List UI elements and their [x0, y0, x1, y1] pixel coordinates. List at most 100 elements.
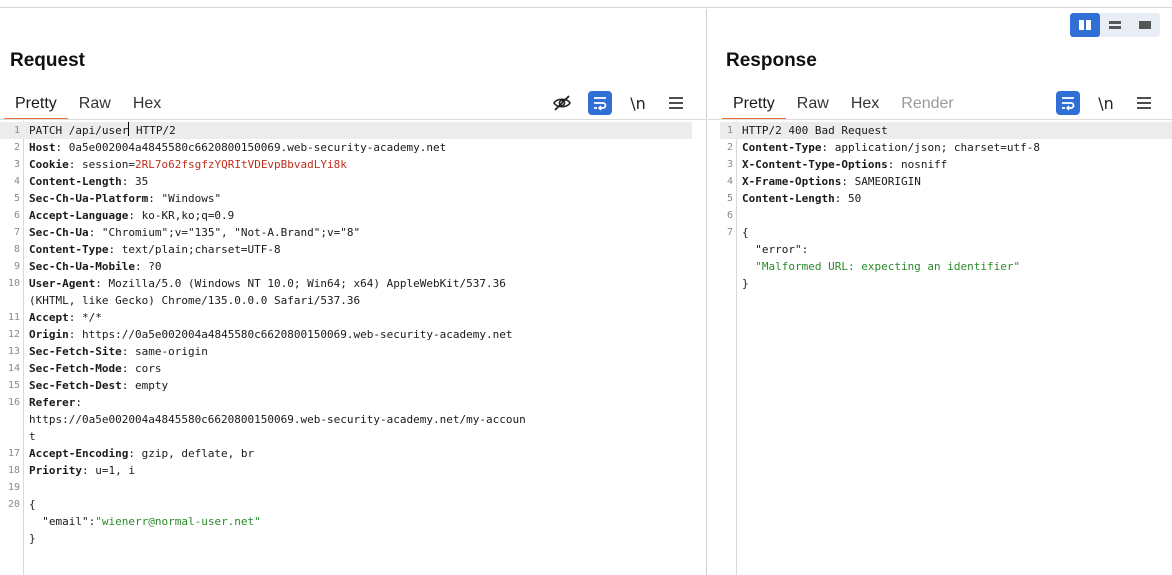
request-line: 12 Origin: https://0a5e002004a4845580c662… [0, 326, 692, 343]
line-text: Content-Type: text/plain;charset=UTF-8 [29, 243, 281, 256]
request-line: 7 Sec-Ch-Ua: "Chromium";v="135", "Not-A.B… [0, 224, 692, 241]
line-text: Content-Length: 35 [29, 175, 149, 188]
response-line: 6 [720, 207, 1172, 224]
request-line: 9 Sec-Ch-Ua-Mobile: ?0 [0, 258, 692, 275]
line-text: "error": [742, 243, 809, 256]
line-text: Cookie: session=2RL7o62fsgfzYQRItVDEvpBb… [29, 158, 347, 171]
line-text: Sec-Fetch-Dest: empty [29, 379, 169, 392]
request-line: 4 Content-Length: 35 [0, 173, 692, 190]
line-text: } [29, 532, 36, 545]
request-tab-pretty[interactable]: Pretty [4, 87, 68, 120]
response-tab-raw[interactable]: Raw [786, 87, 840, 120]
response-line: 3 X-Content-Type-Options: nosniff [720, 156, 1172, 173]
eye-off-icon[interactable] [550, 91, 574, 115]
line-number [720, 241, 737, 258]
line-number [0, 428, 24, 445]
request-tab-raw[interactable]: Raw [68, 87, 122, 120]
line-number: 19 [7, 482, 20, 493]
line-number: 7 [13, 227, 20, 238]
line-number: 13 [7, 346, 20, 357]
response-line: 2 Content-Type: application/json; charset… [720, 139, 1172, 156]
line-text: Content-Type: application/json; charset=… [742, 141, 1041, 154]
line-number: 5 [13, 193, 20, 204]
line-number: 14 [7, 363, 20, 374]
request-line: 16 Referer: [0, 394, 692, 411]
request-line: https://0a5e002004a4845580c6620800150069… [0, 411, 692, 428]
newline-toggle[interactable]: \n [626, 91, 650, 115]
line-number: 1 [13, 125, 20, 136]
line-number: 2 [726, 142, 733, 153]
line-number: 18 [7, 465, 20, 476]
request-line: t [0, 428, 692, 445]
top-divider [0, 0, 1172, 8]
split-vertical-icon[interactable] [1070, 13, 1100, 37]
line-text: X-Content-Type-Options: nosniff [742, 158, 948, 171]
word-wrap-icon[interactable] [1056, 91, 1080, 115]
line-text: Sec-Fetch-Site: same-origin [29, 345, 208, 358]
hamburger-menu-icon[interactable] [664, 91, 688, 115]
line-text: Referer: [29, 396, 82, 409]
line-number: 6 [726, 210, 733, 221]
line-number: 11 [7, 312, 20, 323]
request-line: 11 Accept: */* [0, 309, 692, 326]
line-number [0, 411, 24, 428]
line-number: 3 [13, 159, 20, 170]
response-editor[interactable]: 1 HTTP/2 400 Bad Request 2 Content-Type: ap… [708, 121, 1172, 575]
split-horizontal-icon[interactable] [1100, 13, 1130, 37]
line-text: "Malformed URL: expecting an identifier" [742, 260, 1021, 273]
line-number [0, 292, 24, 309]
response-line: 1 HTTP/2 400 Bad Request [720, 122, 1172, 139]
line-text: Content-Length: 50 [742, 192, 862, 205]
line-text: Sec-Ch-Ua-Mobile: ?0 [29, 260, 162, 273]
line-text: X-Frame-Options: SAMEORIGIN [742, 175, 921, 188]
line-number [0, 513, 24, 530]
line-number: 10 [7, 278, 20, 289]
request-line: 1 PATCH /api/user HTTP/2 [0, 122, 692, 139]
request-line: 6 Accept-Language: ko-KR,ko;q=0.9 [0, 207, 692, 224]
line-number [720, 275, 737, 292]
single-pane-icon[interactable] [1130, 13, 1160, 37]
response-tab-hex[interactable]: Hex [840, 87, 890, 120]
request-line: 5 Sec-Ch-Ua-Platform: "Windows" [0, 190, 692, 207]
response-line: 5 Content-Length: 50 [720, 190, 1172, 207]
line-number: 4 [13, 176, 20, 187]
line-text: "email":"wienerr@normal-user.net" [29, 515, 261, 528]
request-pane: Request Pretty Raw Hex \n 1 PATCH /api/us… [0, 9, 707, 575]
request-tabs-divider [0, 119, 706, 120]
response-tab-render[interactable]: Render [890, 87, 964, 120]
hamburger-menu-icon[interactable] [1132, 91, 1156, 115]
line-text: Priority: u=1, i [29, 464, 135, 477]
request-line: 17 Accept-Encoding: gzip, deflate, br [0, 445, 692, 462]
newline-toggle[interactable]: \n [1094, 91, 1118, 115]
line-number: 2 [13, 142, 20, 153]
request-line: 3 Cookie: session=2RL7o62fsgfzYQRItVDEvpB… [0, 156, 692, 173]
line-number: 1 [726, 125, 733, 136]
line-text [24, 479, 29, 496]
line-text: Origin: https://0a5e002004a4845580c66208… [29, 328, 513, 341]
response-pane: Response Pretty Raw Hex Render \n 1 HTTP/… [708, 9, 1172, 575]
word-wrap-icon[interactable] [588, 91, 612, 115]
line-number: 9 [13, 261, 20, 272]
line-number: 7 [726, 227, 733, 238]
request-line: } [0, 530, 692, 547]
line-text: Sec-Ch-Ua-Platform: "Windows" [29, 192, 222, 205]
response-title: Response [726, 50, 817, 71]
request-lines: 1 PATCH /api/user HTTP/2 2 Host: 0a5e002004… [0, 122, 692, 547]
line-text: { [742, 226, 749, 239]
request-tab-hex[interactable]: Hex [122, 87, 172, 120]
request-editor[interactable]: 1 PATCH /api/user HTTP/2 2 Host: 0a5e002004… [0, 121, 706, 575]
request-toolbar: \n [550, 91, 688, 115]
response-line: "Malformed URL: expecting an identifier" [720, 258, 1172, 275]
response-tab-pretty[interactable]: Pretty [722, 87, 786, 120]
line-text: User-Agent: Mozilla/5.0 (Windows NT 10.0… [29, 277, 506, 290]
line-text: Accept-Language: ko-KR,ko;q=0.9 [29, 209, 235, 222]
line-text: Host: 0a5e002004a4845580c6620800150069.w… [29, 141, 447, 154]
request-line: 10 User-Agent: Mozilla/5.0 (Windows NT 10… [0, 275, 692, 292]
line-number: 3 [726, 159, 733, 170]
line-number: 15 [7, 380, 20, 391]
line-number: 16 [7, 397, 20, 408]
request-line: "email":"wienerr@normal-user.net" [0, 513, 692, 530]
line-number [0, 530, 24, 547]
layout-toggle [1070, 13, 1160, 37]
request-tabs: Pretty Raw Hex [4, 87, 172, 120]
